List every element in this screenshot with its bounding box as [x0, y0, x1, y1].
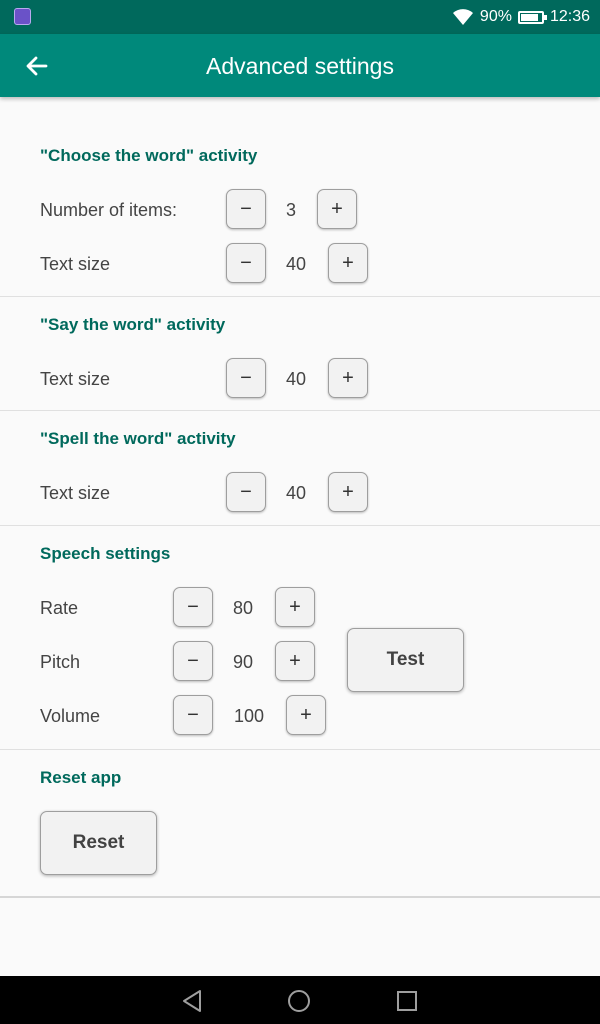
rate-plus-button[interactable]: +	[275, 587, 315, 627]
say-text-size-label: Text size	[40, 369, 111, 389]
gallery-notification-icon	[14, 8, 31, 25]
choose-text-size-label: Text size	[40, 254, 111, 274]
divider	[0, 749, 600, 750]
divider	[0, 296, 600, 297]
choose-items-plus-button[interactable]: +	[317, 189, 357, 229]
clock: 12:36	[549, 8, 590, 25]
say-section-title: "Say the word" activity	[40, 315, 226, 334]
speech-section-title: Speech settings	[40, 544, 171, 563]
spell-text-size-minus-button[interactable]: −	[226, 472, 266, 512]
status-indicators: 90% 12:36	[452, 0, 590, 34]
spell-section-title: "Spell the word" activity	[40, 429, 236, 448]
say-text-size-minus-button[interactable]: −	[226, 358, 266, 398]
volume-minus-button[interactable]: −	[173, 695, 213, 735]
rate-label: Rate	[40, 598, 79, 618]
choose-items-value: 3	[285, 200, 296, 220]
volume-label: Volume	[40, 706, 101, 726]
pitch-value: 90	[232, 652, 254, 672]
reset-button[interactable]: Reset	[40, 811, 157, 875]
wifi-icon	[452, 9, 473, 25]
divider	[0, 410, 600, 411]
test-button[interactable]: Test	[347, 628, 464, 692]
choose-items-minus-button[interactable]: −	[226, 189, 266, 229]
choose-text-size-minus-button[interactable]: −	[226, 243, 266, 283]
nav-recents-icon[interactable]	[396, 990, 418, 1012]
rate-value: 80	[232, 598, 254, 618]
battery-percent: 90%	[479, 8, 512, 25]
system-nav-bar	[0, 976, 600, 1024]
spell-text-size-value: 40	[285, 483, 307, 503]
choose-text-size-value: 40	[285, 254, 307, 274]
say-text-size-value: 40	[285, 369, 307, 389]
choose-section-title: "Choose the word" activity	[40, 146, 258, 165]
nav-back-icon[interactable]	[180, 989, 204, 1013]
volume-value: 100	[233, 706, 265, 726]
app-bar: Advanced settings	[0, 34, 600, 97]
spell-text-size-label: Text size	[40, 483, 111, 503]
status-bar: 90% 12:36	[0, 0, 600, 34]
pitch-minus-button[interactable]: −	[173, 641, 213, 681]
battery-icon	[517, 10, 547, 24]
reset-section-title: Reset app	[40, 768, 122, 787]
spell-text-size-plus-button[interactable]: +	[328, 472, 368, 512]
page-title: Advanced settings	[206, 53, 394, 79]
divider	[0, 525, 600, 526]
volume-plus-button[interactable]: +	[286, 695, 326, 735]
rate-minus-button[interactable]: −	[173, 587, 213, 627]
nav-home-icon[interactable]	[287, 989, 311, 1013]
choose-text-size-plus-button[interactable]: +	[328, 243, 368, 283]
divider	[0, 896, 600, 898]
pitch-plus-button[interactable]: +	[275, 641, 315, 681]
pitch-label: Pitch	[40, 652, 81, 672]
choose-items-label: Number of items:	[40, 200, 178, 220]
say-text-size-plus-button[interactable]: +	[328, 358, 368, 398]
